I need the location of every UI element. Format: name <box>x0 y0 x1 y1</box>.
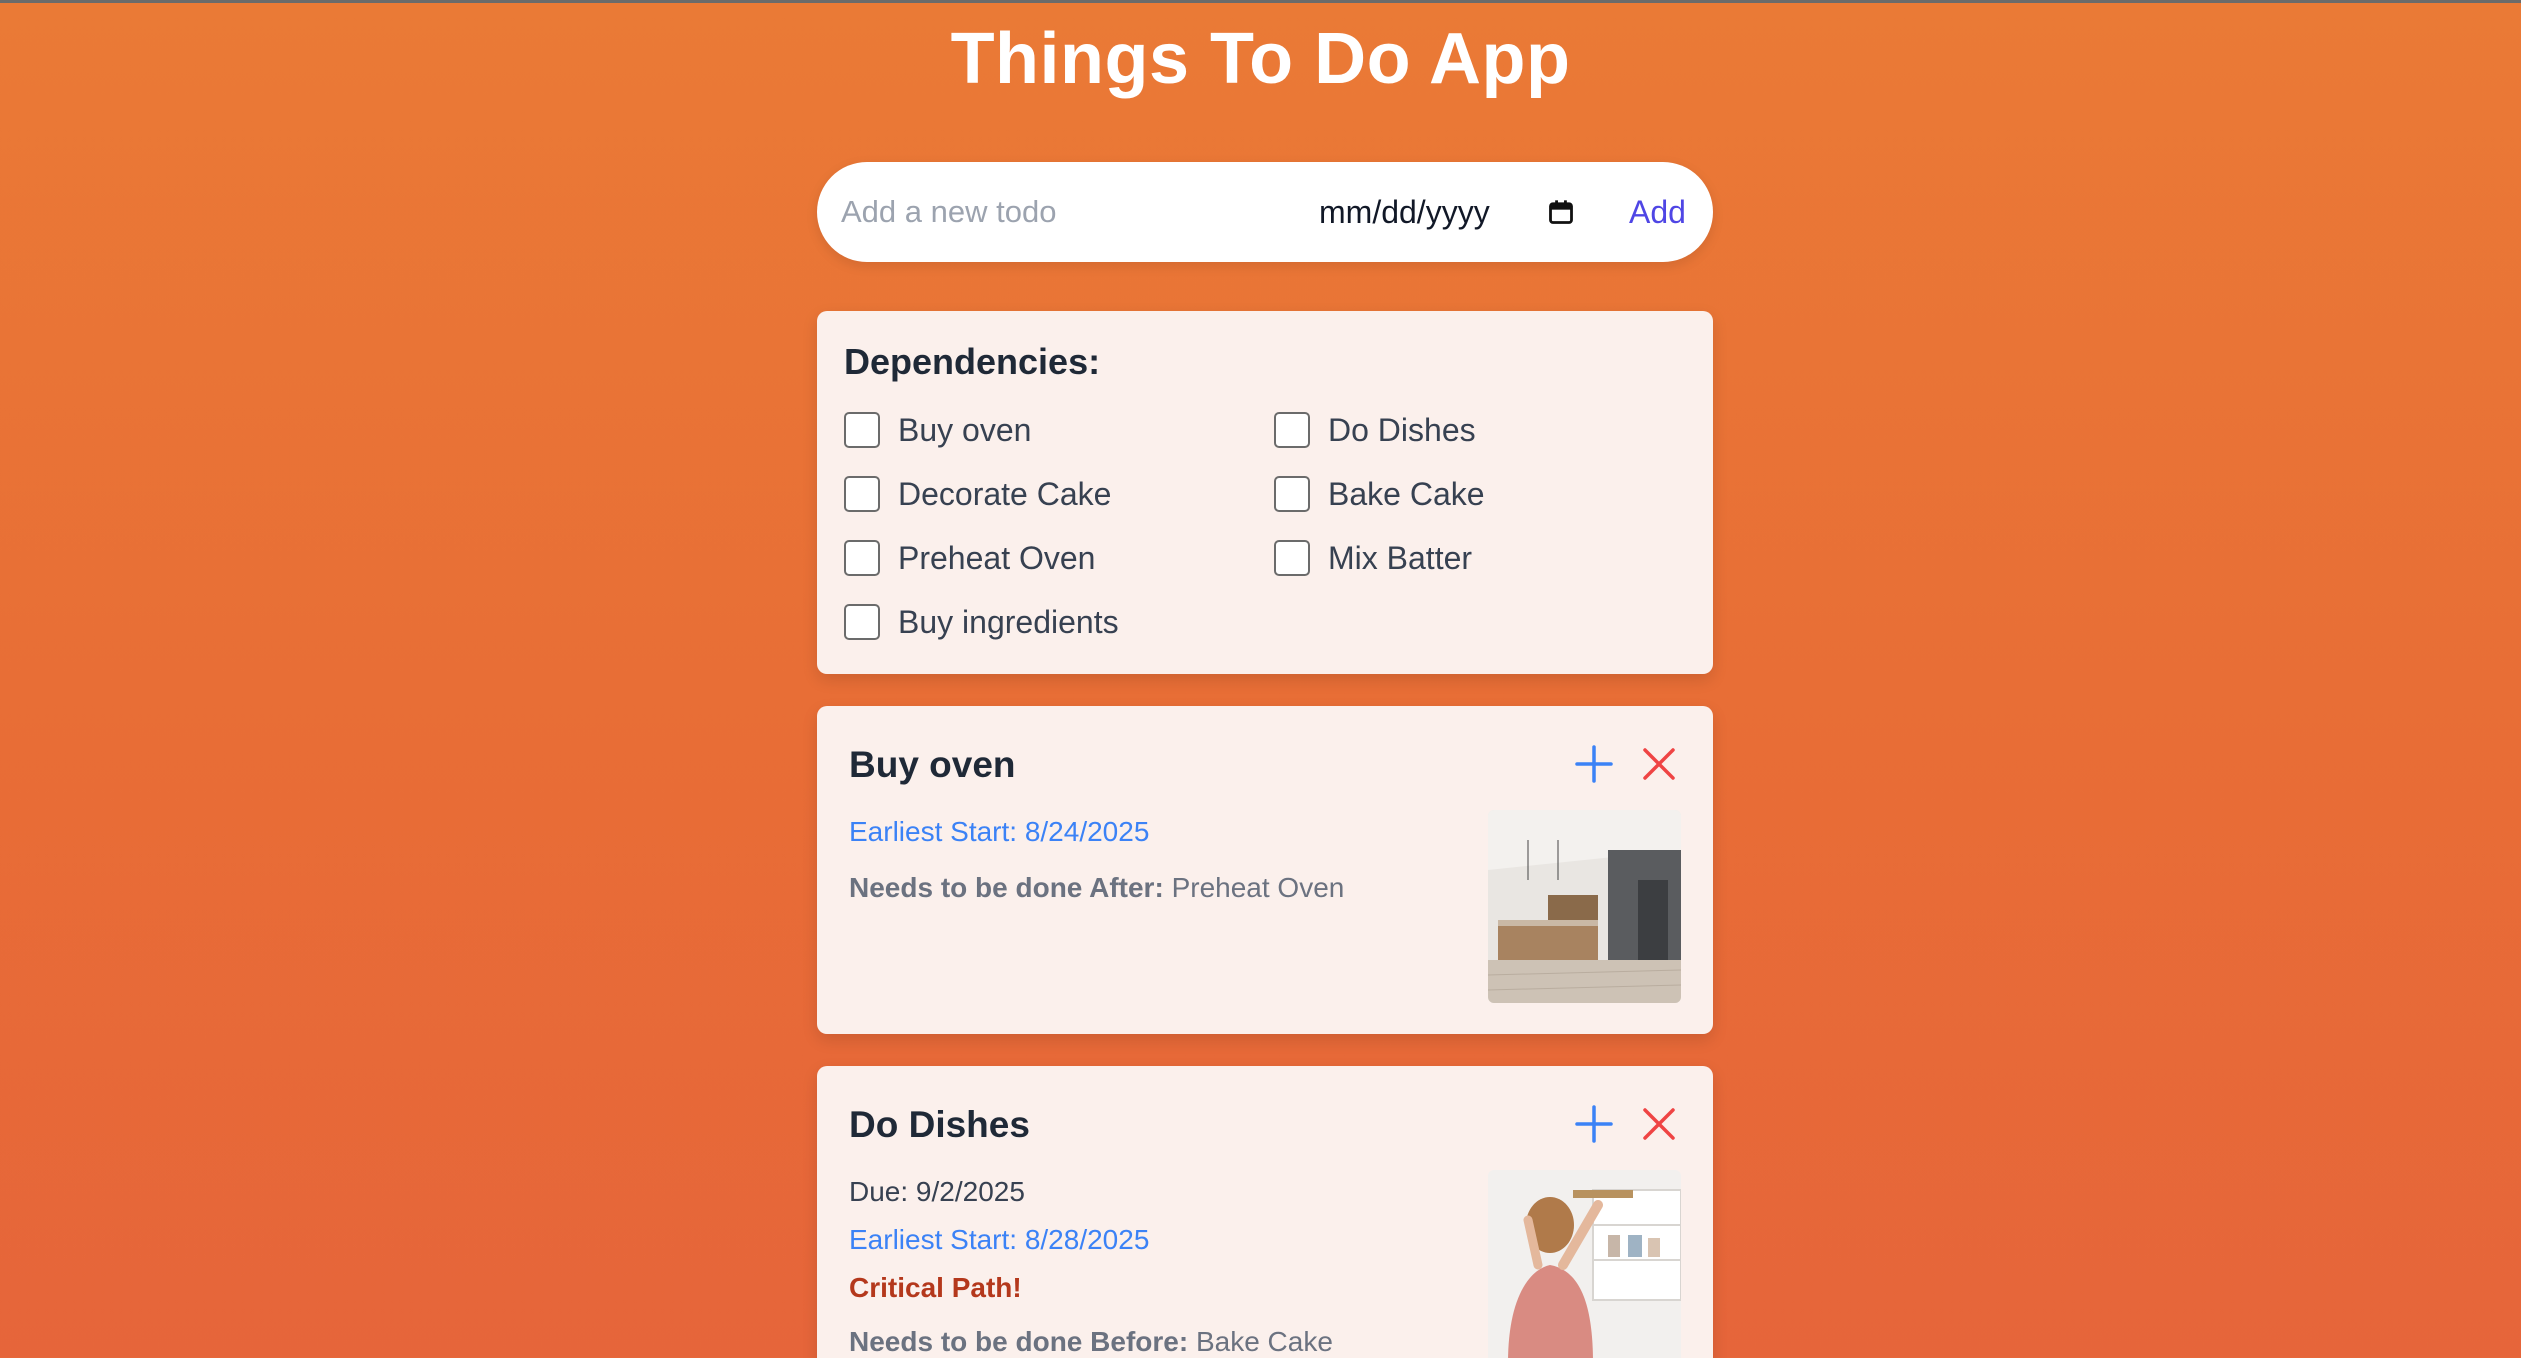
new-todo-input[interactable] <box>841 186 1321 238</box>
dependency-note-label: Needs to be done After: <box>849 872 1164 903</box>
dependency-option-decorate-cake[interactable]: Decorate Cake <box>844 473 1111 515</box>
close-icon[interactable] <box>1637 1102 1681 1146</box>
dependency-checkbox[interactable] <box>844 476 880 512</box>
window-top-border <box>0 0 2521 3</box>
dependency-option-bake-cake[interactable]: Bake Cake <box>1274 473 1485 515</box>
plus-icon[interactable] <box>1572 742 1616 786</box>
dependency-note-value: Bake Cake <box>1195 1326 1333 1357</box>
todo-title: Buy oven <box>849 744 1016 785</box>
dependency-checkbox[interactable] <box>844 540 880 576</box>
dependency-checkbox[interactable] <box>844 604 880 640</box>
dependencies-heading: Dependencies: <box>844 341 1101 382</box>
dependency-checkbox[interactable] <box>1274 540 1310 576</box>
page-title: Things To Do App <box>950 19 1571 99</box>
todo-title: Do Dishes <box>849 1104 1030 1145</box>
todo-image <box>1488 1170 1681 1358</box>
dependency-option-do-dishes[interactable]: Do Dishes <box>1274 409 1476 451</box>
dependency-label: Mix Batter <box>1328 539 1473 576</box>
calendar-icon[interactable] <box>1547 198 1575 226</box>
dependency-note: Needs to be done After: Preheat Oven <box>849 872 1344 904</box>
dependency-label: Preheat Oven <box>898 539 1096 576</box>
due-date-input[interactable]: mm/dd/yyyy <box>1319 186 1490 238</box>
todo-image <box>1488 810 1681 1003</box>
dependency-option-buy-ingredients[interactable]: Buy ingredients <box>844 601 1119 643</box>
dependency-label: Do Dishes <box>1328 411 1476 448</box>
plus-icon[interactable] <box>1572 1102 1616 1146</box>
dependencies-panel: Dependencies: Buy oven Do Dishes Decorat… <box>817 311 1713 674</box>
dependency-note: Needs to be done Before: Bake Cake <box>849 1326 1333 1358</box>
todo-card: Buy oven Earliest Start: 8/24/2025 Needs… <box>817 706 1713 1034</box>
add-todo-form: mm/dd/yyyy Add <box>817 162 1713 262</box>
dependency-option-preheat-oven[interactable]: Preheat Oven <box>844 537 1095 579</box>
dependency-label: Buy ingredients <box>898 603 1119 640</box>
dependency-note-value: Preheat Oven <box>1171 872 1345 903</box>
close-icon[interactable] <box>1637 742 1681 786</box>
dependency-checkbox[interactable] <box>844 412 880 448</box>
dependency-checkbox[interactable] <box>1274 412 1310 448</box>
dependency-checkbox[interactable] <box>1274 476 1310 512</box>
due-date: Due: 9/2/2025 <box>849 1176 1025 1207</box>
dependency-label: Buy oven <box>898 411 1032 448</box>
person-at-cabinet-photo <box>1488 1170 1681 1358</box>
todo-card: Do Dishes Due: 9/2/2025 Earliest Start: … <box>817 1066 1713 1358</box>
dependency-note-label: Needs to be done Before: <box>849 1326 1189 1357</box>
earliest-start: Earliest Start: 8/24/2025 <box>849 816 1150 847</box>
dependency-label: Decorate Cake <box>898 475 1112 512</box>
add-button[interactable]: Add <box>1629 186 1686 238</box>
dependency-label: Bake Cake <box>1328 475 1485 512</box>
critical-path-badge: Critical Path! <box>849 1272 1022 1303</box>
kitchen-photo <box>1488 810 1681 1003</box>
dependency-option-buy-oven[interactable]: Buy oven <box>844 409 1031 451</box>
dependency-option-mix-batter[interactable]: Mix Batter <box>1274 537 1472 579</box>
earliest-start: Earliest Start: 8/28/2025 <box>849 1224 1150 1255</box>
